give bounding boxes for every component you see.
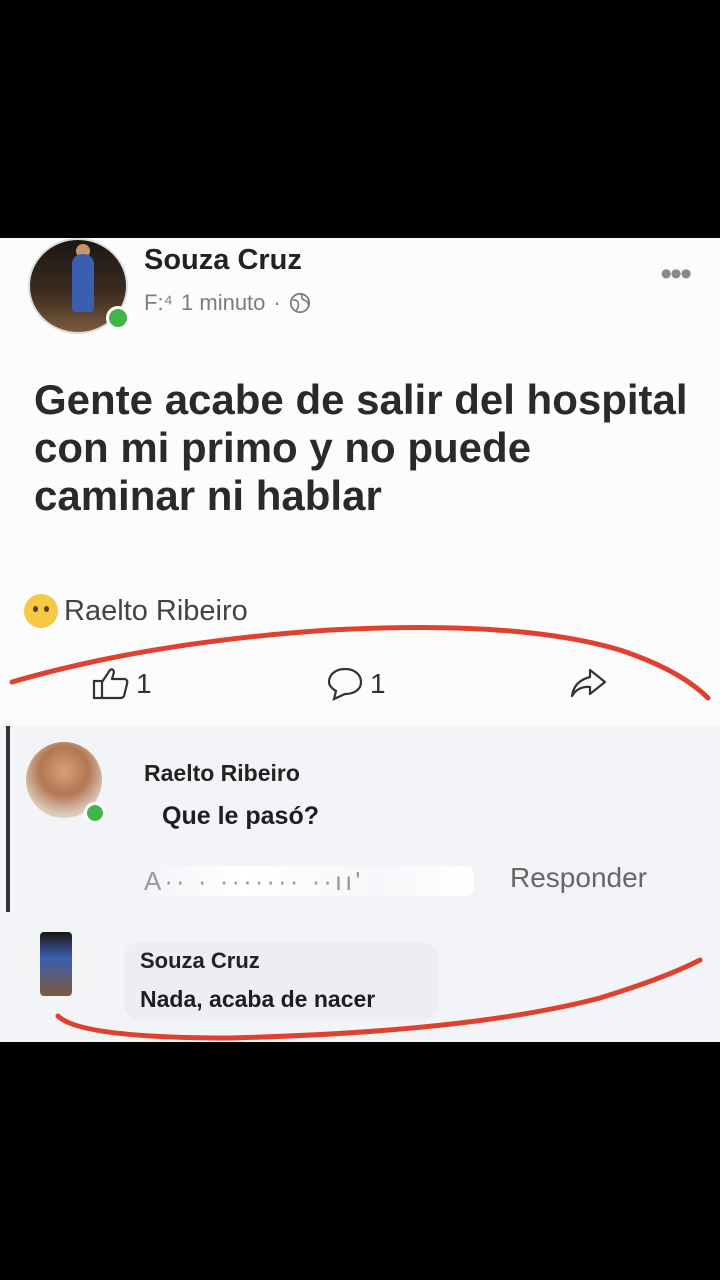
comments-section: Raelto Ribeiro Que le pasó? A·· · ······… <box>0 726 720 1042</box>
post-card: Souza Cruz F:⁴ 1 minuto · ••• Gente acab… <box>0 238 720 1042</box>
reply-avatar-figure <box>40 932 72 996</box>
comment-bubble-icon <box>327 667 363 701</box>
more-options-icon[interactable]: ••• <box>660 257 692 291</box>
comment-text-1: Que le pasó? <box>162 802 319 830</box>
reply-author-avatar[interactable] <box>22 926 94 1002</box>
comment-button[interactable]: 1 <box>326 666 386 702</box>
comment-text-2: Nada, acaba de nacer <box>140 986 376 1012</box>
meta-separator: · <box>273 290 281 315</box>
post-text: Gente acabe de salir del hospital con mi… <box>34 376 688 519</box>
thread-bar <box>6 726 10 912</box>
comment-author-1[interactable]: Raelto Ribeiro <box>144 760 300 787</box>
share-button[interactable] <box>568 666 608 700</box>
sad-emoji-icon <box>24 594 58 628</box>
post-meta: F:⁴ 1 minuto · <box>144 290 311 316</box>
like-count: 1 <box>136 668 152 699</box>
comment-author-2[interactable]: Souza Cruz <box>140 948 260 974</box>
reply-link[interactable]: Responder <box>510 862 647 894</box>
post-time[interactable]: 1 minuto <box>181 290 265 316</box>
thumbs-up-icon <box>92 668 129 700</box>
post-action-row: 1 1 <box>0 662 720 722</box>
obscured-actions: A·· · ······· ··ıı' <box>144 866 474 896</box>
online-status-dot <box>106 306 130 330</box>
avatar-person-body <box>72 254 94 312</box>
like-button[interactable]: 1 <box>92 666 152 702</box>
obscured-actions-text: A·· · ······· ··ıı' <box>144 866 364 896</box>
share-arrow-icon <box>570 668 607 698</box>
post-meta-prefix: F:⁴ <box>144 290 174 315</box>
commenter-online-dot <box>84 802 106 824</box>
post-author-name[interactable]: Souza Cruz <box>144 244 302 277</box>
comment-count: 1 <box>370 668 386 699</box>
comment-actions: A·· · ······· ··ıı' Responder <box>144 862 684 902</box>
reactor-name: Raelto Ribeiro <box>64 594 248 627</box>
globe-icon <box>289 292 310 314</box>
reactions-row[interactable]: Raelto Ribeiro <box>24 594 248 628</box>
